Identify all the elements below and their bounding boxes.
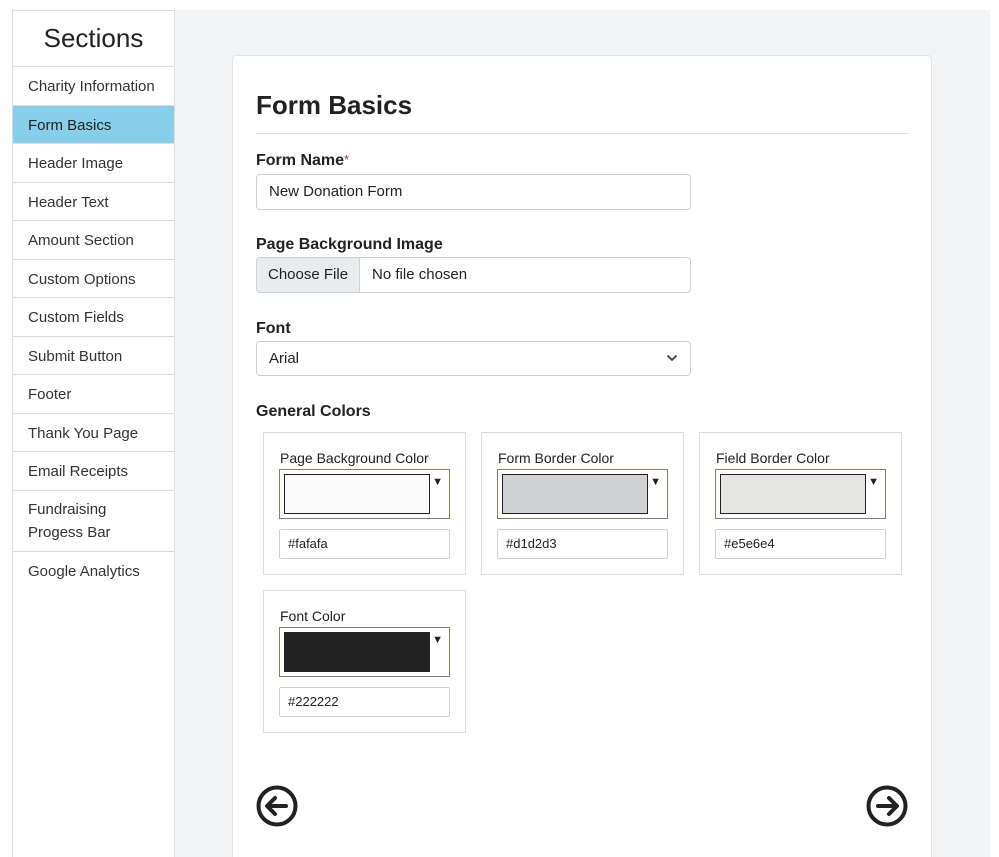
general-colors-label: General Colors [256,403,371,420]
color-swatch [720,474,866,514]
sidebar-item-submit-button[interactable]: Submit Button [13,337,174,375]
sidebar-item-footer[interactable]: Footer [13,375,174,414]
color-label: Font Color [280,608,346,624]
background-image-label: Page Background Image [256,236,443,253]
chevron-down-icon [666,354,678,362]
font-label: Font [256,320,291,337]
hex-input[interactable]: #fafafa [279,529,450,559]
sidebar-item-email-receipts[interactable]: Email Receipts [13,452,174,491]
field-border-color-box: Field Border Color ▼ #e5e6e4 [699,432,902,575]
sidebar-item-google-analytics[interactable]: Google Analytics [13,552,174,591]
dropdown-arrow-icon: ▼ [868,476,879,488]
font-select[interactable]: Arial [256,341,691,376]
dropdown-arrow-icon: ▼ [650,476,661,488]
sidebar-item-header-image[interactable]: Header Image [13,144,174,183]
page-background-color-box: Page Background Color ▼ #fafafa [263,432,466,575]
font-color-box: Font Color ▼ #222222 [263,590,466,733]
arrow-left-circle-icon[interactable] [256,785,298,827]
color-swatch [502,474,648,514]
sidebar-item-custom-fields[interactable]: Custom Fields [13,298,174,337]
background-image-file-input[interactable]: Choose File No file chosen [256,257,691,293]
color-picker[interactable]: ▼ [279,469,450,519]
dropdown-arrow-icon: ▼ [432,476,443,488]
sidebar-item-header-text[interactable]: Header Text [13,183,174,221]
sidebar-item-thank-you-page[interactable]: Thank You Page [13,414,174,452]
font-select-value: Arial [269,350,300,367]
hex-input[interactable]: #e5e6e4 [715,529,886,559]
form-name-input[interactable]: New Donation Form [256,174,691,210]
required-mark: * [344,152,350,167]
color-swatch [284,474,430,514]
choose-file-button[interactable]: Choose File [257,258,361,292]
dropdown-arrow-icon: ▼ [432,634,443,646]
hex-input[interactable]: #222222 [279,687,450,717]
file-status-text: No file chosen [372,266,468,283]
arrow-right-circle-icon[interactable] [866,785,908,827]
sidebar-item-charity-information[interactable]: Charity Information [13,67,174,106]
form-name-label: Form Name* [256,152,349,170]
sidebar-item-form-basics[interactable]: Form Basics [13,105,174,144]
form-name-label-text: Form Name [256,152,345,169]
color-label: Field Border Color [716,450,830,466]
color-label: Page Background Color [280,450,429,466]
color-picker[interactable]: ▼ [497,469,668,519]
color-label: Form Border Color [498,450,614,466]
form-border-color-box: Form Border Color ▼ #d1d2d3 [481,432,684,575]
color-swatch [284,632,430,672]
sidebar-title: Sections [13,11,174,67]
sidebar-item-fundraising-progress-bar[interactable]: Fundraising Progess Bar [13,491,174,552]
title-divider [256,133,909,134]
color-picker[interactable]: ▼ [279,627,450,677]
sidebar-item-amount-section[interactable]: Amount Section [13,221,174,260]
page-title: Form Basics [256,90,413,120]
sections-sidebar: Sections Charity Information Form Basics… [12,10,175,857]
hex-input[interactable]: #d1d2d3 [497,529,668,559]
sidebar-item-custom-options[interactable]: Custom Options [13,260,174,298]
color-picker[interactable]: ▼ [715,469,886,519]
